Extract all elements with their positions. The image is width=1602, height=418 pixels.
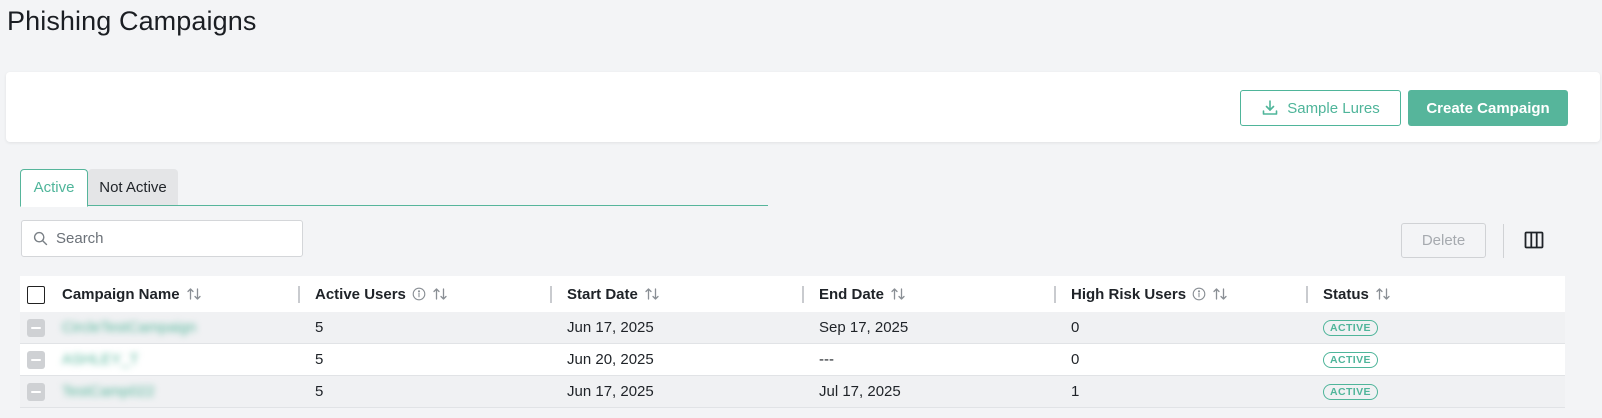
table-header: Campaign Name Active Users Start Date En… (20, 276, 1565, 312)
info-icon[interactable] (1192, 287, 1206, 301)
start-date-cell: Jun 17, 2025 (567, 383, 654, 400)
campaign-name-link[interactable]: CircleTestCampaign (62, 319, 196, 336)
download-icon (1261, 99, 1279, 117)
column-resizer[interactable] (802, 286, 804, 303)
table-row[interactable]: TestCamp022 5 Jun 17, 2025 Jul 17, 2025 … (20, 376, 1565, 408)
row-checkbox[interactable] (27, 351, 45, 369)
header-status[interactable]: Status (1323, 276, 1391, 312)
row-checkbox[interactable] (27, 383, 45, 401)
table-row[interactable]: CircleTestCampaign 5 Jun 17, 2025 Sep 17… (20, 312, 1565, 344)
delete-button[interactable]: Delete (1401, 223, 1486, 258)
high-risk-users-cell: 0 (1071, 351, 1080, 368)
column-resizer[interactable] (298, 286, 300, 303)
campaigns-table: Campaign Name Active Users Start Date En… (20, 276, 1565, 408)
column-resizer[interactable] (1306, 286, 1308, 303)
campaign-tabs: Active Not Active (20, 169, 768, 207)
sort-icon[interactable] (644, 287, 660, 301)
tab-not-active[interactable]: Not Active (88, 169, 178, 205)
high-risk-users-cell: 1 (1071, 383, 1080, 400)
column-resizer[interactable] (1054, 286, 1056, 303)
table-row[interactable]: ASHLEY_T 5 Jun 20, 2025 --- 0 ACTIVE (20, 344, 1565, 376)
columns-icon[interactable] (1524, 231, 1544, 249)
header-end-date[interactable]: End Date (819, 276, 906, 312)
end-date-cell: Sep 17, 2025 (819, 319, 909, 336)
sort-icon[interactable] (890, 287, 906, 301)
start-date-cell: Jun 20, 2025 (567, 351, 654, 368)
header-campaign-name[interactable]: Campaign Name (62, 276, 202, 312)
sort-icon[interactable] (186, 287, 202, 301)
page-title: Phishing Campaigns (7, 6, 257, 36)
status-badge: ACTIVE (1323, 383, 1378, 400)
active-users-cell: 5 (315, 383, 324, 400)
sample-lures-button[interactable]: Sample Lures (1240, 90, 1401, 126)
start-date-cell: Jun 17, 2025 (567, 319, 654, 336)
status-badge: ACTIVE (1323, 319, 1378, 336)
header-high-risk-users[interactable]: High Risk Users (1071, 276, 1228, 312)
search-box[interactable] (21, 220, 303, 257)
sample-lures-label: Sample Lures (1287, 99, 1380, 117)
sort-icon[interactable] (432, 287, 448, 301)
row-checkbox[interactable] (27, 319, 45, 337)
info-icon[interactable] (412, 287, 426, 301)
campaign-name-link[interactable]: ASHLEY_T (62, 351, 139, 368)
toolbar-divider (1503, 224, 1504, 258)
action-bar: Sample Lures Create Campaign (6, 72, 1600, 142)
header-active-users[interactable]: Active Users (315, 276, 448, 312)
sort-icon[interactable] (1212, 287, 1228, 301)
create-campaign-button[interactable]: Create Campaign (1408, 90, 1568, 126)
sort-icon[interactable] (1375, 287, 1391, 301)
end-date-cell: Jul 17, 2025 (819, 383, 901, 400)
end-date-cell: --- (819, 351, 834, 368)
campaign-name-link[interactable]: TestCamp022 (62, 383, 155, 400)
active-users-cell: 5 (315, 319, 324, 336)
tab-active[interactable]: Active (20, 169, 88, 207)
search-input[interactable] (56, 230, 286, 247)
column-resizer[interactable] (550, 286, 552, 303)
search-icon (33, 231, 48, 246)
status-badge: ACTIVE (1323, 351, 1378, 368)
active-users-cell: 5 (315, 351, 324, 368)
select-all-checkbox[interactable] (27, 286, 45, 304)
header-start-date[interactable]: Start Date (567, 276, 660, 312)
high-risk-users-cell: 0 (1071, 319, 1080, 336)
